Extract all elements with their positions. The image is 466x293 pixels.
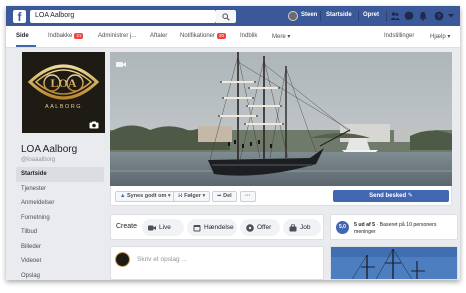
tab-inbox[interactable]: Indbakke 21 [48, 33, 84, 39]
top-navigation-bar: f LOA Aalborg Steen Startside Opret ? [6, 6, 460, 26]
user-name-link[interactable]: Steen [301, 12, 317, 18]
rating-panel[interactable]: 5,0 5 ud af 5 · Baseret på 10 personers … [330, 214, 458, 240]
sidebar-item-home[interactable]: Startside [16, 167, 104, 182]
page-sidebar-menu: Startside Tjenester Anmeldelser Fornetni… [16, 167, 104, 280]
create-job-button[interactable]: Job [283, 219, 321, 236]
tag-icon [246, 223, 254, 232]
help-icon[interactable]: ? [434, 11, 444, 21]
home-link[interactable]: Startside [326, 12, 352, 18]
page-username[interactable]: @loaaalborg [21, 157, 55, 163]
page-actions-bar: ▲ Synes godt om ▾ ∺ Følger ▾ ➦ Del ··· S… [110, 186, 452, 206]
send-message-button[interactable]: Send besked ✎ [333, 190, 449, 202]
page-title: LOA Aalborg [21, 144, 78, 155]
thumbs-up-icon: ▲ [120, 193, 126, 199]
chevron-down-icon[interactable] [448, 14, 454, 18]
briefcase-icon [289, 223, 297, 231]
share-button[interactable]: ➦ Del [212, 191, 237, 202]
create-panel: Create Live Hændelse Offer Job [110, 214, 324, 240]
rss-icon: ∺ [178, 193, 183, 199]
create-link[interactable]: Opret [363, 12, 379, 18]
more-options-button[interactable]: ··· [240, 191, 256, 202]
like-button[interactable]: ▲ Synes godt om ▾ [115, 191, 176, 202]
composer-placeholder: Skriv et opslag ... [137, 256, 187, 263]
mast-photo [331, 247, 457, 279]
divider [358, 11, 359, 21]
search-input[interactable]: LOA Aalborg [30, 10, 216, 23]
sidebar-item-reviews[interactable]: Anmeldelser [16, 196, 104, 211]
tab-manage-jobs[interactable]: Administrer j... [98, 33, 136, 39]
svg-text:?: ? [437, 13, 441, 20]
create-offer-button[interactable]: Offer [240, 219, 280, 236]
video-camera-icon [116, 62, 126, 67]
sidebar-item-services[interactable]: Tjenester [16, 182, 104, 197]
tab-notifications[interactable]: Notifikationer 20 [180, 33, 227, 39]
video-icon [148, 225, 156, 230]
facebook-logo-icon[interactable]: f [13, 10, 26, 23]
calendar-icon [193, 224, 201, 231]
cover-photo[interactable] [110, 52, 452, 186]
tab-insights[interactable]: Indblik [240, 33, 257, 39]
sidebar-item-shop[interactable]: Fornetning [16, 211, 104, 226]
notifications-icon[interactable] [418, 11, 428, 21]
sidebar-item-videos[interactable]: Videoer [16, 254, 104, 269]
notifications-count-badge: 20 [217, 33, 227, 39]
divider [320, 11, 321, 21]
post-composer[interactable]: Skriv et opslag ... [110, 246, 324, 280]
logo-letters: LOA [50, 76, 76, 90]
help-dropdown[interactable]: Hjælp ▾ [430, 33, 450, 40]
search-icon [222, 13, 230, 21]
tab-appointments[interactable]: Aftaler [150, 33, 167, 39]
create-label: Create [116, 223, 138, 230]
follow-button[interactable]: ∺ Følger ▾ [173, 191, 211, 202]
page-avatar [115, 252, 130, 267]
tall-ship-image [110, 52, 452, 186]
photo-preview[interactable] [330, 246, 458, 280]
create-live-button[interactable]: Live [142, 219, 184, 236]
pencil-icon: ✎ [407, 193, 413, 199]
share-icon: ➦ [217, 193, 222, 199]
camera-icon[interactable] [89, 121, 99, 129]
search-button[interactable] [216, 10, 236, 23]
sidebar-item-posts[interactable]: Opslag [16, 269, 104, 281]
sidebar-item-photos[interactable]: Billeder [16, 240, 104, 255]
rating-summary: 5 ud af 5 · Baseret på 10 personers meni… [354, 222, 454, 235]
settings-link[interactable]: Indstillinger [384, 33, 414, 39]
tab-side[interactable]: Side [16, 33, 29, 39]
friends-icon[interactable] [390, 11, 400, 21]
divider [386, 11, 387, 21]
create-event-button[interactable]: Hændelse [187, 219, 237, 236]
messenger-icon[interactable] [404, 11, 414, 21]
active-tab-indicator [16, 45, 36, 47]
user-avatar[interactable] [288, 11, 298, 21]
rating-score-badge: 5,0 [336, 221, 349, 234]
logo-city-text: AALBORG [45, 104, 82, 110]
browser-window: f LOA Aalborg Steen Startside Opret ? Si… [6, 6, 460, 280]
search-value: LOA Aalborg [35, 12, 75, 19]
inbox-count-badge: 21 [74, 33, 84, 39]
page-navigation-bar: Side Indbakke 21 Administrer j... Aftaler… [6, 26, 460, 48]
rating-strong-text: 5 ud af 5 [354, 222, 376, 228]
sidebar-item-offers[interactable]: Tilbud [16, 225, 104, 240]
tab-more[interactable]: Mere ▾ [272, 33, 290, 40]
